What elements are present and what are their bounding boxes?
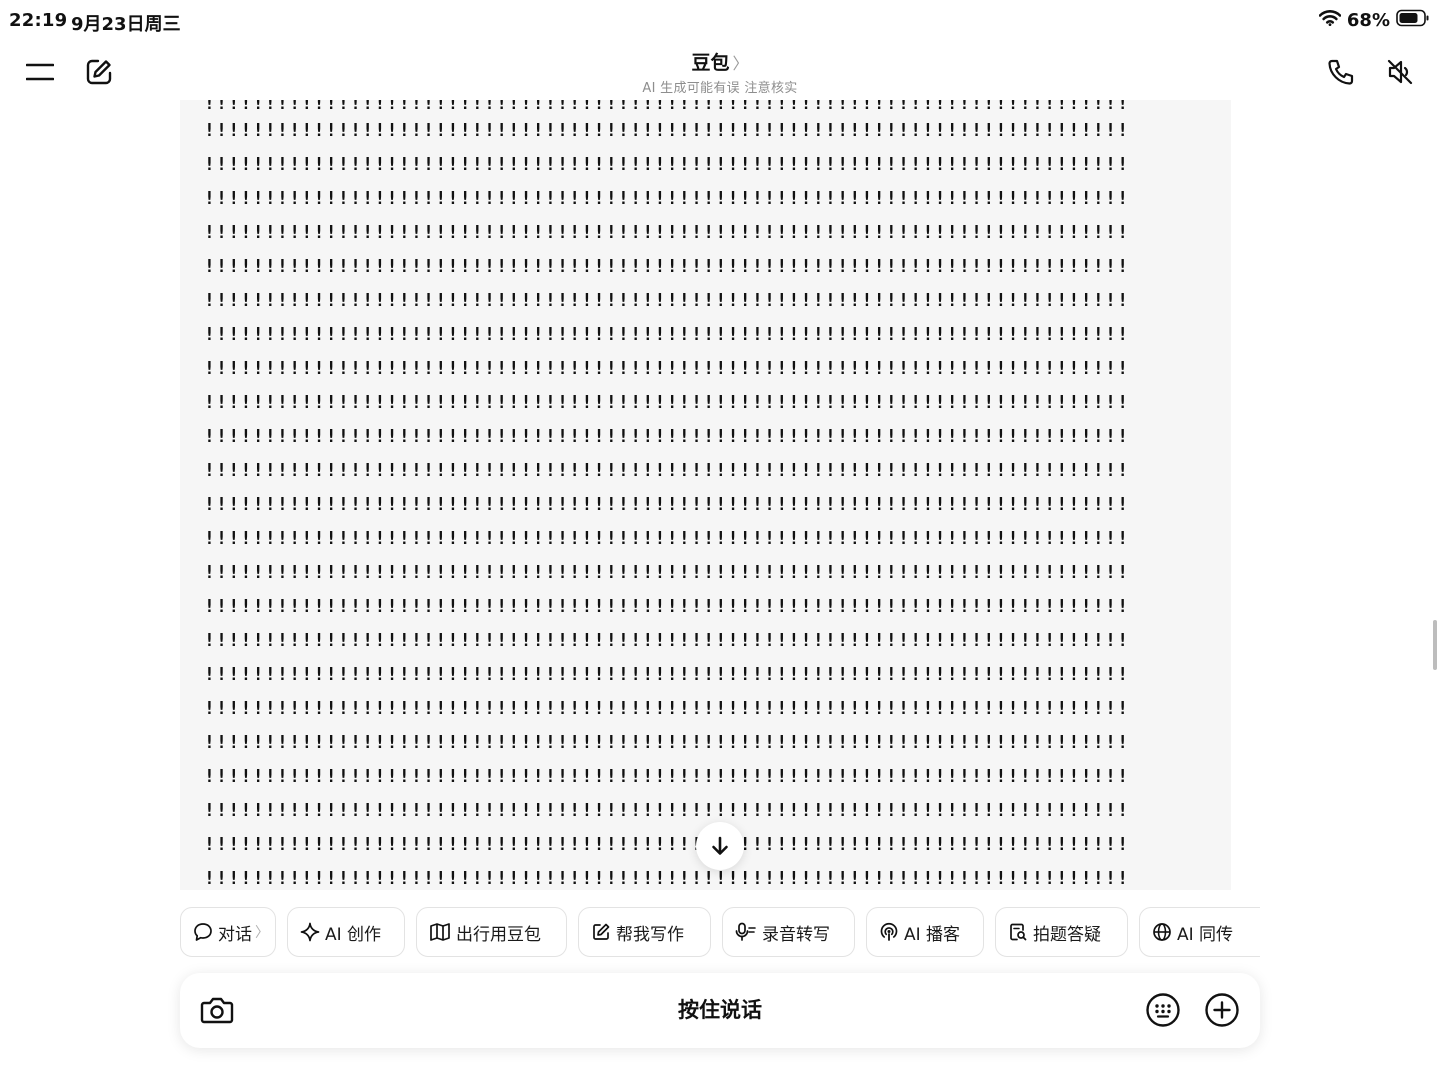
code-line: !!!!!!!!!!!!!!!!!!!!!!!!!!!!!!!!!!!!!!!!… bbox=[204, 256, 1130, 277]
chip-chat-label: 对话 bbox=[218, 924, 252, 945]
code-line: !!!!!!!!!!!!!!!!!!!!!!!!!!!!!!!!!!!!!!!!… bbox=[204, 766, 1130, 787]
camera-icon[interactable] bbox=[195, 988, 239, 1032]
status-right: 68% bbox=[1318, 9, 1430, 31]
chat-bubble-icon bbox=[194, 923, 212, 941]
code-line: !!!!!!!!!!!!!!!!!!!!!!!!!!!!!!!!!!!!!!!!… bbox=[204, 732, 1130, 753]
code-line: !!!!!!!!!!!!!!!!!!!!!!!!!!!!!!!!!!!!!!!!… bbox=[204, 698, 1130, 719]
sparkle-icon bbox=[300, 922, 320, 942]
phone-icon[interactable] bbox=[1319, 50, 1363, 94]
code-line: !!!!!!!!!!!!!!!!!!!!!!!!!!!!!!!!!!!!!!!!… bbox=[204, 324, 1130, 345]
status-bar: 22:19 9月23日周三 68% bbox=[0, 0, 1440, 42]
code-line: !!!!!!!!!!!!!!!!!!!!!!!!!!!!!!!!!!!!!!!!… bbox=[204, 358, 1130, 379]
code-line: !!!!!!!!!!!!!!!!!!!!!!!!!!!!!!!!!!!!!!!!… bbox=[204, 392, 1130, 413]
code-line: !!!!!!!!!!!!!!!!!!!!!!!!!!!!!!!!!!!!!!!!… bbox=[204, 460, 1130, 481]
status-time: 22:19 bbox=[9, 10, 68, 31]
code-line: !!!!!!!!!!!!!!!!!!!!!!!!!!!!!!!!!!!!!!!!… bbox=[204, 562, 1130, 583]
chip-interpretation-label: AI 同传 bbox=[1177, 924, 1234, 945]
chip-interpretation[interactable]: AI 同传 bbox=[1139, 907, 1260, 957]
chip-podcast[interactable]: AI 播客 bbox=[866, 907, 984, 957]
code-block: !!!!!!!!!!!!!!!!!!!!!!!!!!!!!!!!!!!!!!!!… bbox=[180, 100, 1231, 890]
chip-ai-create-label: AI 创作 bbox=[325, 924, 382, 945]
chip-writing-label: 帮我写作 bbox=[616, 924, 684, 945]
code-line: !!!!!!!!!!!!!!!!!!!!!!!!!!!!!!!!!!!!!!!!… bbox=[204, 222, 1130, 243]
edit-square-icon bbox=[593, 923, 610, 940]
document-search-icon bbox=[1010, 923, 1027, 941]
code-line: !!!!!!!!!!!!!!!!!!!!!!!!!!!!!!!!!!!!!!!!… bbox=[204, 596, 1130, 617]
chip-photo-qa[interactable]: 拍题答疑 bbox=[995, 907, 1128, 957]
plus-circle-icon[interactable] bbox=[1200, 988, 1244, 1032]
chip-transcribe-label: 录音转写 bbox=[762, 924, 830, 945]
arrow-down-icon bbox=[712, 836, 728, 855]
code-line: !!!!!!!!!!!!!!!!!!!!!!!!!!!!!!!!!!!!!!!!… bbox=[204, 188, 1130, 209]
nav-title[interactable]: 豆包 bbox=[691, 52, 729, 74]
chip-podcast-label: AI 播客 bbox=[904, 924, 961, 945]
chip-transcribe[interactable]: 录音转写 bbox=[722, 907, 855, 957]
chip-travel-label: 出行用豆包 bbox=[456, 924, 541, 945]
code-line: !!!!!!!!!!!!!!!!!!!!!!!!!!!!!!!!!!!!!!!!… bbox=[204, 426, 1130, 447]
top-nav: 豆包〉 AI 生成可能有误 注意核实 bbox=[0, 44, 1440, 100]
shortcut-chips: 对话〉 AI 创作 出行用豆包 帮我写作 录音转写 AI 播客 拍题答疑 AI … bbox=[180, 907, 1260, 957]
wifi-icon bbox=[1318, 10, 1342, 30]
title-chevron-icon: 〉 bbox=[732, 54, 749, 73]
hold-to-talk-button[interactable]: 按住说话 bbox=[180, 973, 1260, 1048]
code-line: !!!!!!!!!!!!!!!!!!!!!!!!!!!!!!!!!!!!!!!!… bbox=[204, 154, 1130, 175]
keyboard-icon[interactable] bbox=[1141, 988, 1185, 1032]
nav-subtitle: AI 生成可能有误 注意核实 bbox=[642, 81, 798, 96]
mute-icon[interactable] bbox=[1378, 50, 1422, 94]
code-line: !!!!!!!!!!!!!!!!!!!!!!!!!!!!!!!!!!!!!!!!… bbox=[204, 800, 1130, 821]
input-bar: 按住说话 bbox=[180, 973, 1260, 1048]
status-date: 9月23日周三 bbox=[71, 14, 181, 35]
chip-travel[interactable]: 出行用豆包 bbox=[416, 907, 567, 957]
code-line: !!!!!!!!!!!!!!!!!!!!!!!!!!!!!!!!!!!!!!!!… bbox=[204, 494, 1130, 515]
scrollbar-thumb[interactable] bbox=[1433, 620, 1437, 670]
code-line: !!!!!!!!!!!!!!!!!!!!!!!!!!!!!!!!!!!!!!!!… bbox=[204, 630, 1130, 651]
nav-title-group[interactable]: 豆包〉 AI 生成可能有误 注意核实 bbox=[0, 48, 1440, 96]
globe-icon bbox=[1153, 923, 1171, 941]
battery-percent: 68% bbox=[1346, 9, 1390, 31]
chip-ai-create[interactable]: AI 创作 bbox=[287, 907, 405, 957]
scroll-to-bottom-button[interactable] bbox=[696, 822, 744, 870]
microphone-icon bbox=[735, 922, 756, 941]
battery-icon bbox=[1396, 9, 1430, 31]
chip-writing[interactable]: 帮我写作 bbox=[578, 907, 711, 957]
podcast-icon bbox=[880, 922, 898, 941]
chip-chat[interactable]: 对话〉 bbox=[180, 907, 276, 957]
code-line: !!!!!!!!!!!!!!!!!!!!!!!!!!!!!!!!!!!!!!!!… bbox=[204, 664, 1130, 685]
code-line: !!!!!!!!!!!!!!!!!!!!!!!!!!!!!!!!!!!!!!!!… bbox=[204, 528, 1130, 549]
code-line: !!!!!!!!!!!!!!!!!!!!!!!!!!!!!!!!!!!!!!!!… bbox=[204, 290, 1130, 311]
chip-chevron-icon: 〉 bbox=[255, 925, 269, 941]
chip-photo-qa-label: 拍题答疑 bbox=[1033, 924, 1101, 945]
map-icon bbox=[430, 923, 450, 941]
code-line: !!!!!!!!!!!!!!!!!!!!!!!!!!!!!!!!!!!!!!!!… bbox=[204, 120, 1130, 141]
